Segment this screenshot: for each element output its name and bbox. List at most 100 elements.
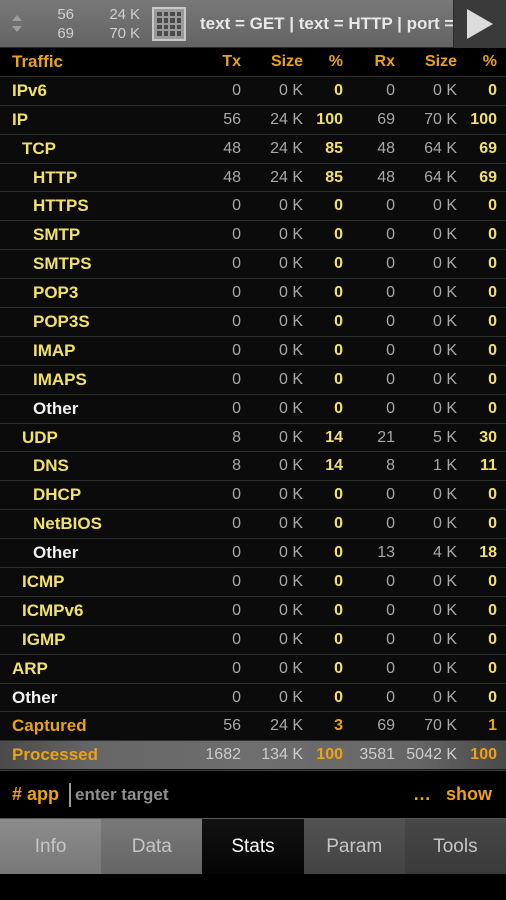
table-row[interactable]: TCP 48 24 K 85 48 64 K 69: [0, 134, 506, 164]
cell-rx-size: 0 K: [432, 399, 457, 417]
table-row[interactable]: IMAPS 0 0 K 0 0 0 K 0: [0, 365, 506, 395]
cell-rx-size: 0 K: [432, 312, 457, 330]
cell-tx-pct: 100: [316, 110, 343, 128]
cell-rx-pct: 0: [488, 312, 497, 330]
cell-tx: 0: [232, 572, 241, 590]
row-label: IPv6: [12, 80, 47, 100]
table-row[interactable]: ICMP 0 0 K 0 0 0 K 0: [0, 568, 506, 597]
tx-size: 24 K: [100, 5, 140, 24]
cell-rx-size: 0 K: [432, 81, 457, 99]
rx-packet-count: 69: [57, 24, 74, 42]
cell-tx-pct: 0: [334, 226, 343, 244]
table-row[interactable]: UDP 8 0 K 14 21 5 K 30: [0, 423, 506, 453]
tab-tools[interactable]: Tools: [404, 819, 506, 875]
column-header-rx-size: Size: [424, 52, 457, 70]
cell-tx-size: 0 K: [278, 486, 303, 504]
table-row[interactable]: HTTPS 0 0 K 0 0 0 K 0: [0, 192, 506, 222]
cell-rx: 13: [377, 544, 395, 562]
cell-rx-size: 0 K: [432, 197, 457, 215]
table-row[interactable]: POP3S 0 0 K 0 0 0 K 0: [0, 308, 506, 337]
more-options-button[interactable]: …: [413, 784, 446, 805]
cell-rx-pct: 0: [488, 284, 497, 302]
table-row[interactable]: IP 56 24 K 100 69 70 K 100: [0, 105, 506, 135]
cell-tx-size: 0 K: [278, 457, 303, 475]
cell-tx-size: 0 K: [278, 399, 303, 417]
cell-rx-pct: 30: [479, 428, 497, 446]
table-row[interactable]: Captured 56 24 K 3 69 70 K 1: [0, 712, 506, 742]
cell-tx: 0: [232, 284, 241, 302]
column-header-rx: Rx: [374, 52, 395, 70]
table-row[interactable]: IGMP 0 0 K 0 0 0 K 0: [0, 625, 506, 655]
target-input[interactable]: enter target: [69, 782, 413, 807]
tab-data[interactable]: Data: [101, 819, 203, 875]
cell-tx-pct: 0: [334, 81, 343, 99]
cell-rx: 0: [386, 284, 395, 302]
table-row[interactable]: NetBIOS 0 0 K 0 0 0 K 0: [0, 510, 506, 540]
cell-rx: 69: [377, 717, 395, 735]
table-row[interactable]: SMTPS 0 0 K 0 0 0 K 0: [0, 250, 506, 280]
show-button[interactable]: show: [446, 784, 506, 805]
cell-tx-pct: 85: [325, 168, 343, 186]
grid-cell: [157, 18, 162, 23]
tab-info[interactable]: Info: [0, 819, 102, 875]
tab-param[interactable]: Param: [303, 819, 405, 875]
grid-cell: [176, 11, 181, 16]
cell-rx-size: 0 K: [432, 284, 457, 302]
cell-rx-size: 0 K: [432, 572, 457, 590]
table-row[interactable]: IPv6 0 0 K 0 0 0 K 0: [0, 76, 506, 106]
cell-tx: 0: [232, 544, 241, 562]
cell-tx: 0: [232, 341, 241, 359]
cell-rx: 48: [377, 168, 395, 186]
table-row[interactable]: ARP 0 0 K 0 0 0 K 0: [0, 654, 506, 684]
table-row[interactable]: SMTP 0 0 K 0 0 0 K 0: [0, 221, 506, 251]
cell-rx-size: 0 K: [432, 515, 457, 533]
cell-rx-size: 0 K: [432, 226, 457, 244]
table-row[interactable]: HTTP 48 24 K 85 48 64 K 69: [0, 163, 506, 193]
capture-filter-text[interactable]: text = GET | text = HTTP | port = …: [200, 14, 453, 34]
cell-rx-size: 5042 K: [406, 746, 457, 764]
traffic-direction-indicator: [0, 15, 30, 32]
cell-tx: 0: [232, 197, 241, 215]
cell-tx-size: 0 K: [278, 81, 303, 99]
rx-size-unit: K: [129, 24, 140, 42]
grid-matrix-icon[interactable]: [152, 6, 186, 41]
cell-rx-pct: 0: [488, 572, 497, 590]
cell-tx: 0: [232, 515, 241, 533]
cell-rx-pct: 0: [488, 630, 497, 648]
cell-tx-size: 0 K: [278, 659, 303, 677]
cell-tx-pct: 0: [334, 630, 343, 648]
top-toolbar: 56 69 24 K 70 K text = GET | text = HTTP |…: [0, 0, 506, 48]
table-row[interactable]: DNS 8 0 K 14 8 1 K 11: [0, 452, 506, 482]
row-label: NetBIOS: [33, 514, 102, 534]
table-row[interactable]: Processed 1682 134 K 100 3581 5042 K 100: [0, 741, 506, 771]
command-prompt-label: # app: [12, 784, 60, 805]
table-row[interactable]: IMAP 0 0 K 0 0 0 K 0: [0, 336, 506, 366]
cell-rx: 0: [386, 515, 395, 533]
row-label: HTTPS: [33, 196, 89, 216]
tab-stats[interactable]: Stats: [202, 819, 304, 875]
table-row[interactable]: DHCP 0 0 K 0 0 0 K 0: [0, 481, 506, 511]
row-label: SMTP: [33, 225, 81, 245]
cell-rx-pct: 0: [488, 399, 497, 417]
table-row[interactable]: Other 0 0 K 0 13 4 K 18: [0, 539, 506, 569]
table-row[interactable]: Other 0 0 K 0 0 0 K 0: [0, 683, 506, 713]
row-label: Processed: [12, 745, 98, 765]
table-row[interactable]: POP3 0 0 K 0 0 0 K 0: [0, 279, 506, 309]
start-capture-button[interactable]: [453, 0, 506, 48]
table-row[interactable]: ICMPv6 0 0 K 0 0 0 K 0: [0, 596, 506, 626]
cell-rx: 0: [386, 630, 395, 648]
cell-rx: 3581: [359, 746, 395, 764]
cell-rx-size: 4 K: [432, 544, 457, 562]
triangle-up-icon: [12, 15, 22, 21]
row-label: ICMPv6: [22, 600, 84, 620]
grid-cell: [170, 31, 175, 36]
cell-rx: 0: [386, 255, 395, 273]
table-row[interactable]: Other 0 0 K 0 0 0 K 0: [0, 394, 506, 424]
cell-rx-pct: 100: [470, 110, 497, 128]
cell-rx-size: 64 K: [424, 168, 457, 186]
cell-tx-size: 24 K: [270, 139, 303, 157]
cell-rx-size: 1 K: [432, 457, 457, 475]
cell-tx: 0: [232, 255, 241, 273]
tx-size-value: 24: [109, 5, 126, 23]
cell-tx-pct: 0: [334, 601, 343, 619]
